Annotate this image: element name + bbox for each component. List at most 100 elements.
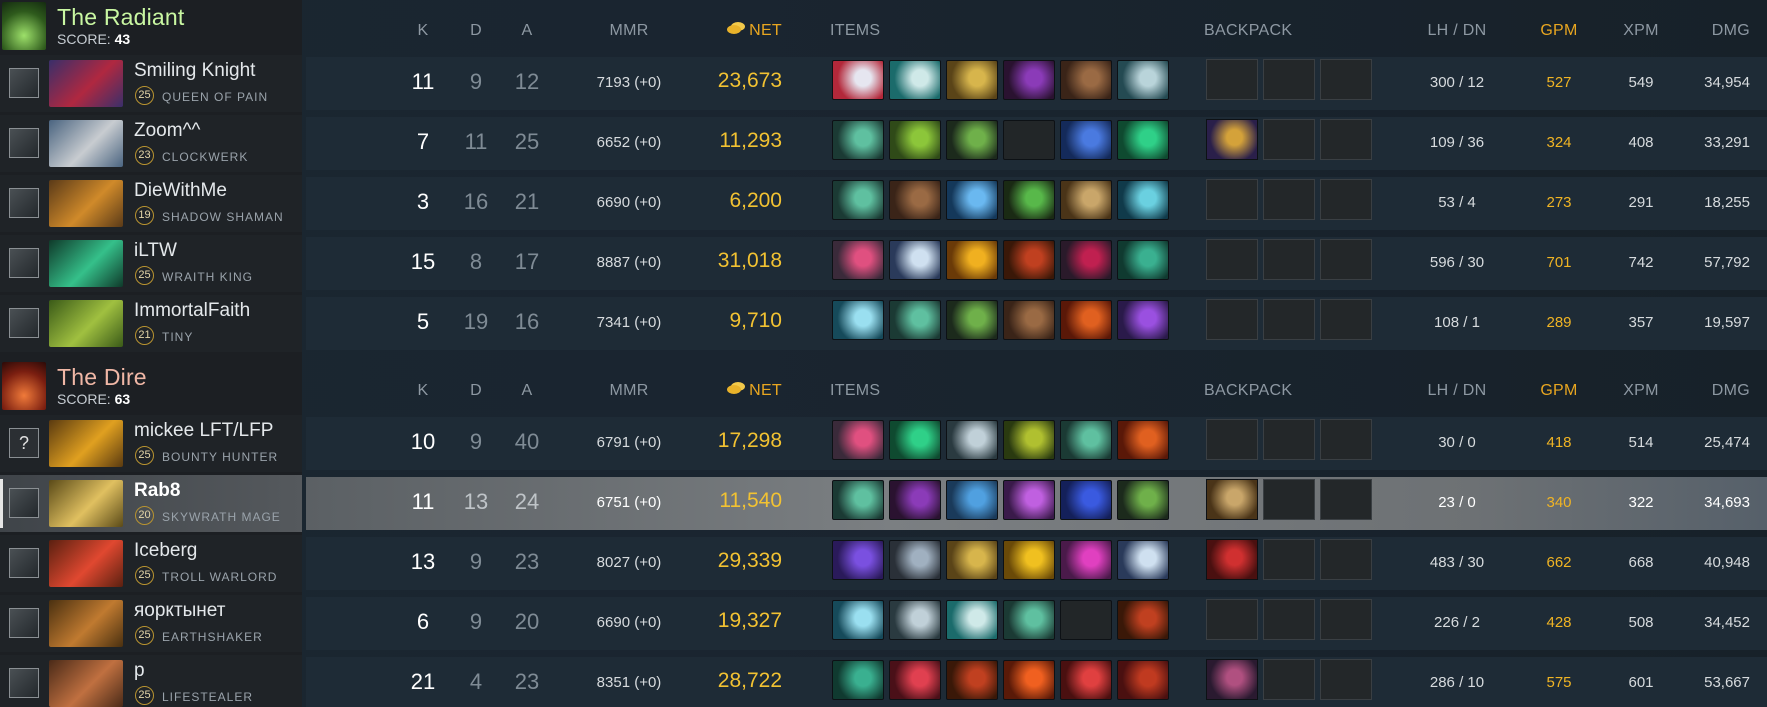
- empty-backpack-slot[interactable]: [1206, 299, 1258, 340]
- player-row[interactable]: Smiling Knight 25 QUEEN OF PAIN 11 9 12 7193 (…: [0, 55, 1767, 112]
- hero-portrait[interactable]: [49, 120, 123, 167]
- empty-backpack-slot[interactable]: [1263, 659, 1315, 700]
- empty-item-slot[interactable]: [1003, 120, 1055, 160]
- skull-basher-icon[interactable]: [1117, 60, 1169, 100]
- force-staff-icon[interactable]: [1117, 180, 1169, 220]
- hero-portrait[interactable]: [49, 600, 123, 647]
- player-row[interactable]: Rab8 20 SKYWRATH MAGE 11 13 24 6751 (+0) 11,540…: [0, 475, 1767, 532]
- veil-icon[interactable]: [889, 480, 941, 520]
- empty-backpack-slot[interactable]: [1320, 659, 1372, 700]
- hero-portrait[interactable]: [49, 420, 123, 467]
- staff-icon[interactable]: [832, 180, 884, 220]
- tranquil-boots-icon[interactable]: [1117, 120, 1169, 160]
- player-row[interactable]: iLTW 25 WRAITH KING 15 8 17 8887 (+0) 31,018 596…: [0, 235, 1767, 292]
- player-name[interactable]: mickee LFT/LFP: [134, 420, 273, 442]
- player-name[interactable]: Smiling Knight: [134, 60, 255, 82]
- orb-purple-icon[interactable]: [1003, 480, 1055, 520]
- satanic-icon[interactable]: [1060, 240, 1112, 280]
- wand-icon[interactable]: [946, 300, 998, 340]
- bottle-icon[interactable]: [1206, 119, 1258, 160]
- radiance-icon[interactable]: [1003, 660, 1055, 700]
- player-name[interactable]: DieWithMe: [134, 180, 227, 202]
- blades-icon[interactable]: [889, 600, 941, 640]
- hero-portrait[interactable]: [49, 60, 123, 107]
- boots-icon[interactable]: [1060, 60, 1112, 100]
- gold-icon[interactable]: [1003, 540, 1055, 580]
- player-name[interactable]: Zoom^^: [134, 120, 200, 142]
- daedalus-icon[interactable]: [946, 240, 998, 280]
- scepter-blue-icon[interactable]: [1060, 120, 1112, 160]
- hero-portrait[interactable]: [49, 540, 123, 587]
- armlet-icon[interactable]: [1206, 539, 1258, 580]
- glimmer-icon[interactable]: [946, 180, 998, 220]
- empty-item-slot[interactable]: [1060, 600, 1112, 640]
- player-row[interactable]: ImmortalFaith 21 TINY 5 19 16 7341 (+0) 9,710 10…: [0, 295, 1767, 352]
- player-row[interactable]: ? mickee LFT/LFP 25 BOUNTY HUNTER 10 9 40 6791 …: [0, 415, 1767, 472]
- staff-icon[interactable]: [1003, 600, 1055, 640]
- boots-icon[interactable]: [1003, 300, 1055, 340]
- lotus-icon[interactable]: [832, 240, 884, 280]
- empty-backpack-slot[interactable]: [1206, 419, 1258, 460]
- hero-portrait[interactable]: [49, 480, 123, 527]
- skadi-icon[interactable]: [832, 600, 884, 640]
- pipe-icon[interactable]: [1060, 300, 1112, 340]
- yasha-icon[interactable]: [1060, 660, 1112, 700]
- manta-icon[interactable]: [1060, 540, 1112, 580]
- empty-backpack-slot[interactable]: [1263, 179, 1315, 220]
- empty-backpack-slot[interactable]: [1320, 479, 1372, 520]
- blade-mail-icon[interactable]: [1117, 600, 1169, 640]
- claw-icon[interactable]: [832, 540, 884, 580]
- wand-icon[interactable]: [1117, 480, 1169, 520]
- wand-icon[interactable]: [946, 120, 998, 160]
- helm-icon[interactable]: [946, 60, 998, 100]
- eul-scepter-icon[interactable]: [889, 60, 941, 100]
- hero-portrait[interactable]: [49, 300, 123, 347]
- empty-backpack-slot[interactable]: [1263, 599, 1315, 640]
- basher-icon[interactable]: [889, 540, 941, 580]
- sange-icon[interactable]: [889, 660, 941, 700]
- staff-icon[interactable]: [889, 300, 941, 340]
- empty-backpack-slot[interactable]: [1206, 239, 1258, 280]
- empty-backpack-slot[interactable]: [1263, 119, 1315, 160]
- helm-red-icon[interactable]: [1117, 660, 1169, 700]
- skadi-icon[interactable]: [832, 300, 884, 340]
- tranquil-boots-icon[interactable]: [889, 420, 941, 460]
- player-name[interactable]: iLTW: [134, 240, 177, 262]
- empty-backpack-slot[interactable]: [1263, 419, 1315, 460]
- empty-backpack-slot[interactable]: [1263, 479, 1315, 520]
- blade-mail-icon[interactable]: [946, 660, 998, 700]
- player-row[interactable]: Zoom^^ 23 CLOCKWERK 7 11 25 6652 (+0) 11,293 109…: [0, 115, 1767, 172]
- player-row[interactable]: DieWithMe 19 SHADOW SHAMAN 3 16 21 6690 (+0) 6,…: [0, 175, 1767, 232]
- empty-backpack-slot[interactable]: [1320, 239, 1372, 280]
- player-row[interactable]: Iceberg 25 TROLL WARLORD 13 9 23 8027 (+0) 29,3…: [0, 535, 1767, 592]
- player-row[interactable]: яорктынет 25 EARTHSHAKER 6 9 20 6690 (+0) 19,32…: [0, 595, 1767, 652]
- staff-icon[interactable]: [832, 120, 884, 160]
- orb-green-icon[interactable]: [889, 120, 941, 160]
- player-row[interactable]: p 25 LIFESTEALER 21 4 23 8351 (+0) 28,722 286 / …: [0, 655, 1767, 707]
- orb-purple-icon[interactable]: [1117, 300, 1169, 340]
- pipe-icon[interactable]: [1117, 420, 1169, 460]
- dagger-icon[interactable]: [1206, 659, 1258, 700]
- staff-icon[interactable]: [832, 480, 884, 520]
- empty-backpack-slot[interactable]: [1320, 119, 1372, 160]
- boots-icon[interactable]: [889, 180, 941, 220]
- helm-green-icon[interactable]: [1003, 420, 1055, 460]
- staff-icon[interactable]: [1060, 420, 1112, 460]
- empty-backpack-slot[interactable]: [1320, 299, 1372, 340]
- mekansm-icon[interactable]: [946, 480, 998, 520]
- lotus-icon[interactable]: [832, 420, 884, 460]
- butterfly-icon[interactable]: [832, 60, 884, 100]
- empty-backpack-slot[interactable]: [1206, 179, 1258, 220]
- assault-icon[interactable]: [1117, 240, 1169, 280]
- blink-icon[interactable]: [1003, 180, 1055, 220]
- hero-portrait[interactable]: [49, 180, 123, 227]
- empty-backpack-slot[interactable]: [1263, 299, 1315, 340]
- empty-backpack-slot[interactable]: [1320, 539, 1372, 580]
- empty-backpack-slot[interactable]: [1320, 59, 1372, 100]
- empty-backpack-slot[interactable]: [1320, 599, 1372, 640]
- empty-backpack-slot[interactable]: [1263, 59, 1315, 100]
- scroll-icon[interactable]: [1060, 180, 1112, 220]
- blades-icon[interactable]: [946, 420, 998, 460]
- helm-icon[interactable]: [946, 540, 998, 580]
- player-name[interactable]: p: [134, 660, 145, 682]
